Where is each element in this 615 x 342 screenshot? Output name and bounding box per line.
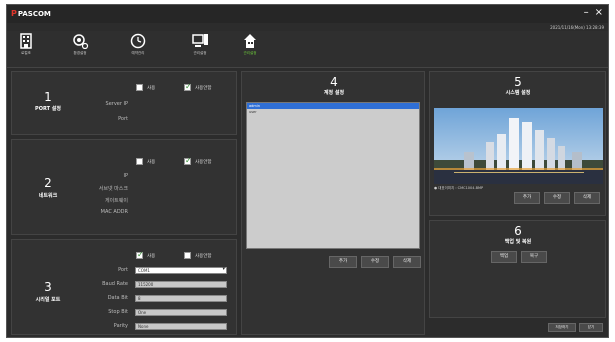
baud-rate-label: Baud Rate bbox=[102, 281, 128, 287]
system-settings-panel: 5 시스템 설정 ● 대표이미지: CMC1004.BMP 추가 수정 삭제 bbox=[429, 71, 606, 216]
toolbar-item-schedule[interactable]: 예약관리 bbox=[121, 33, 155, 56]
port-settings-panel: 1 PORT 설정 사용 사용안함 Server IP Port bbox=[11, 71, 237, 135]
system-background-image bbox=[434, 108, 603, 184]
building-icon bbox=[20, 33, 32, 49]
serial-port-panel: 3 시리얼 포트 사용 사용안함 Port COM1 Baud Rate 115… bbox=[11, 239, 237, 335]
gear-network-icon bbox=[73, 34, 89, 49]
parity-label: Parity bbox=[113, 323, 128, 329]
close-button[interactable]: × bbox=[595, 7, 603, 18]
checkbox-box-checked bbox=[184, 156, 192, 165]
checkbox-box-checked bbox=[184, 82, 192, 91]
title-bar: P PASCOM – × bbox=[7, 5, 608, 23]
panel-title: PORT 설정 bbox=[35, 106, 61, 112]
checkbox-box-checked bbox=[136, 250, 144, 259]
house-icon bbox=[244, 34, 256, 48]
panel-title: 계정 설정 bbox=[323, 90, 345, 96]
app-window: P PASCOM – × 2021/11/16(Mon) 13:28:39 로컬… bbox=[6, 4, 609, 338]
panel-title: 시리얼 포트 bbox=[35, 297, 61, 303]
save-button[interactable]: 저장하기 bbox=[548, 323, 576, 332]
account-settings-panel: 4 계정 설정 admin user 추가 수정 삭제 bbox=[241, 71, 425, 335]
restore-button[interactable]: 복구 bbox=[521, 251, 547, 263]
stop-bit-field[interactable]: One bbox=[135, 309, 227, 316]
logo-mark-icon: P bbox=[11, 9, 17, 18]
data-bit-field[interactable]: 8 bbox=[135, 295, 227, 302]
datetime-label: 2021/11/16(Mon) 13:28:39 bbox=[550, 25, 604, 30]
gateway-label: 게이트웨이 bbox=[104, 198, 128, 204]
toolbar-item-admin[interactable]: 관리설정 bbox=[183, 33, 217, 56]
minimize-button[interactable]: – bbox=[584, 7, 589, 18]
mac-label: MAC ADDR bbox=[100, 209, 128, 215]
close-window-button[interactable]: 닫기 bbox=[579, 323, 603, 332]
parity-field[interactable]: None bbox=[135, 323, 227, 330]
stop-bit-label: Stop Bit bbox=[108, 309, 128, 315]
port-select[interactable]: COM1 bbox=[135, 267, 227, 274]
data-bit-label: Data Bit bbox=[107, 295, 128, 301]
main-toolbar: 로컬조 환경설정 예약관리 관리설정 관리설정 bbox=[7, 31, 608, 68]
ip-label: IP bbox=[123, 173, 129, 179]
delete-account-button[interactable]: 삭제 bbox=[393, 256, 421, 268]
toolbar-item-home[interactable]: 관리설정 bbox=[233, 33, 267, 56]
server-ip-label: Server IP bbox=[105, 101, 128, 107]
delete-image-button[interactable]: 삭제 bbox=[574, 192, 600, 204]
panel-number: 1 bbox=[44, 90, 52, 104]
account-list[interactable]: admin user bbox=[246, 102, 420, 249]
list-item[interactable]: user bbox=[247, 109, 419, 115]
unused-checkbox[interactable]: 사용안함 bbox=[184, 82, 212, 91]
add-image-button[interactable]: 추가 bbox=[514, 192, 540, 204]
checkbox-box bbox=[184, 252, 191, 259]
backup-restore-panel: 6 백업 및 복원 백업 복구 bbox=[429, 220, 606, 318]
network-settings-panel: 2 네트워크 사용 사용안함 IP 서브넷 마스크 게이트웨이 MAC ADDR bbox=[11, 139, 237, 235]
toolbar-item-settings[interactable]: 환경설정 bbox=[63, 33, 97, 56]
city-skyline-image bbox=[434, 108, 603, 184]
unused-checkbox[interactable]: 사용안함 bbox=[184, 156, 212, 165]
edit-account-button[interactable]: 수정 bbox=[361, 256, 389, 268]
edit-image-button[interactable]: 수정 bbox=[544, 192, 570, 204]
panel-number: 5 bbox=[514, 75, 522, 89]
unused-checkbox[interactable]: 사용안함 bbox=[184, 252, 212, 259]
use-checkbox[interactable]: 사용 bbox=[136, 158, 155, 165]
port-label: Port bbox=[118, 116, 128, 122]
panel-number: 4 bbox=[330, 75, 338, 89]
checkbox-box bbox=[136, 84, 143, 91]
use-checkbox[interactable]: 사용 bbox=[136, 84, 155, 91]
image-caption: ● 대표이미지 : CMC1004.BMP bbox=[434, 186, 484, 190]
toolbar-item-local[interactable]: 로컬조 bbox=[9, 33, 43, 56]
panel-number: 3 bbox=[44, 280, 52, 294]
port-label: Port bbox=[118, 267, 128, 273]
panel-number: 2 bbox=[44, 176, 52, 190]
subnet-label: 서브넷 마스크 bbox=[98, 186, 128, 192]
panel-title: 백업 및 복원 bbox=[504, 239, 532, 245]
backup-button[interactable]: 백업 bbox=[491, 251, 517, 263]
panel-number: 6 bbox=[514, 224, 522, 238]
add-account-button[interactable]: 추가 bbox=[329, 256, 357, 268]
app-logo: P PASCOM bbox=[11, 9, 51, 18]
panel-title: 시스템 설정 bbox=[505, 90, 531, 96]
baud-rate-field[interactable]: 115200 bbox=[135, 281, 227, 288]
panel-title: 네트워크 bbox=[38, 193, 58, 199]
checkbox-box bbox=[136, 158, 143, 165]
clock-icon bbox=[130, 33, 146, 49]
use-checkbox[interactable]: 사용 bbox=[136, 250, 155, 259]
monitor-icon bbox=[192, 34, 208, 47]
